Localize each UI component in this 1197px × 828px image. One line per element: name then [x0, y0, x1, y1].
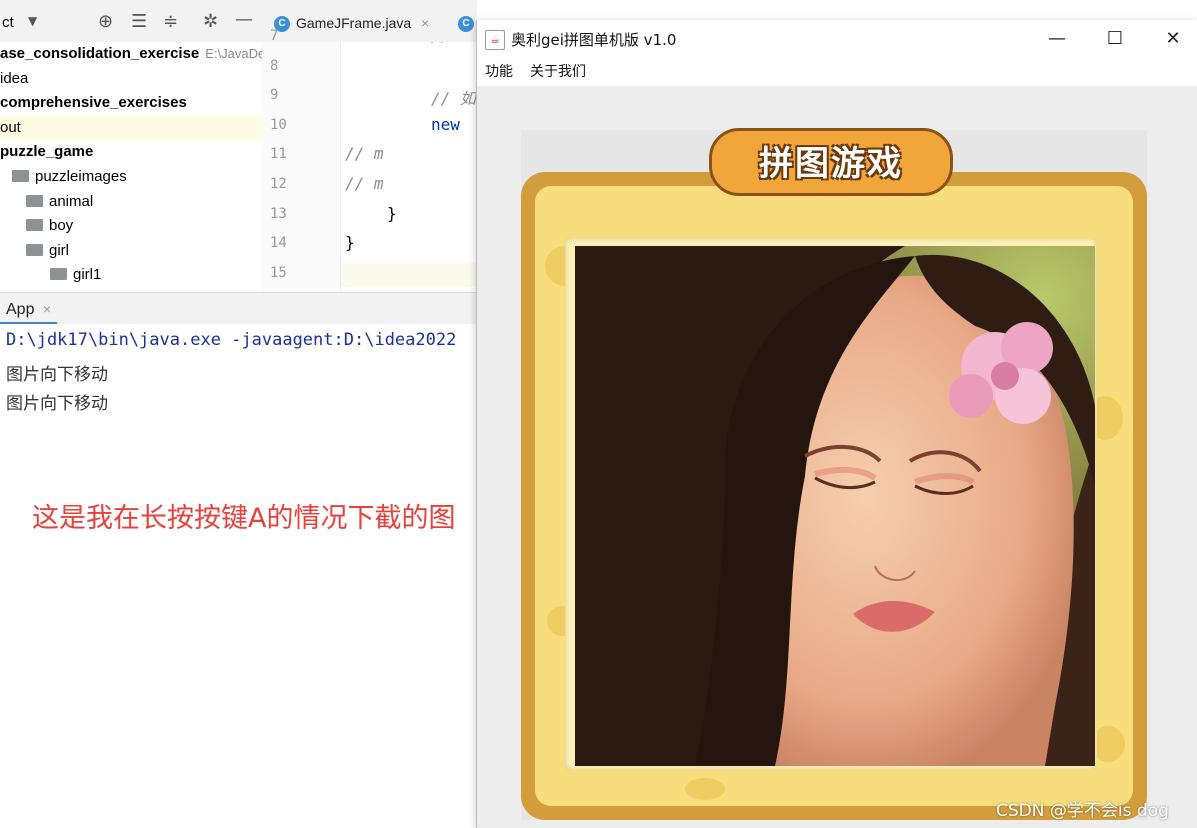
code-text: } [345, 233, 355, 253]
line-number: 13 [270, 205, 287, 222]
line-number: 10 [270, 116, 287, 133]
menu-about-us[interactable]: 关于我们 [530, 61, 586, 81]
code-editor[interactable]: // // 如 new // m // m}} [341, 42, 477, 292]
code-line: } [387, 204, 397, 223]
class-icon: C [458, 16, 474, 33]
tree-item[interactable]: puzzle_game [0, 140, 262, 164]
close-icon[interactable]: × [43, 301, 51, 317]
run-tab-label: App [6, 301, 35, 318]
title-sign-text: 拼图游戏 [759, 144, 903, 184]
tree-item-label: girl [49, 241, 70, 259]
java-icon: ☕ [485, 30, 505, 50]
console-output-line: 图片向下移动 [6, 394, 108, 414]
tree-item-path: E:\JavaDe [205, 46, 262, 61]
tree-item[interactable]: ase_consolidation_exercise E:\JavaDe [0, 42, 262, 66]
console-command: D:\jdk17\bin\java.exe -javaagent:D:\idea… [6, 330, 457, 350]
tree-item-label: idea [0, 69, 29, 87]
run-panel-header [0, 292, 477, 325]
minimize-button[interactable]: — [1028, 20, 1086, 58]
tree-item[interactable]: idea [0, 67, 262, 91]
tree-item[interactable]: girl1 [0, 263, 262, 287]
code-text: // [431, 42, 450, 45]
game-area: 拼图游戏 [477, 86, 1197, 828]
folder-icon [12, 170, 29, 183]
code-line: // m [345, 174, 384, 193]
line-number: 11 [270, 146, 287, 163]
portrait-image [575, 246, 1095, 766]
window-title-bar[interactable]: ☕ 奥利gei拼图单机版 v1.0 — ☐ ✕ [477, 20, 1197, 58]
project-label[interactable]: ct [2, 14, 14, 31]
tree-item-label: out [0, 118, 21, 136]
puzzle-image[interactable] [575, 246, 1095, 766]
tree-item[interactable]: boy [0, 214, 262, 238]
line-number: 12 [270, 176, 287, 192]
code-text: // m [345, 174, 384, 193]
tab-app[interactable]: C [458, 8, 477, 38]
folder-icon [50, 268, 67, 281]
tree-item[interactable]: puzzleimages [0, 165, 262, 189]
code-text: } [387, 203, 397, 223]
expand-all-icon[interactable]: ☰ [131, 11, 147, 32]
folder-icon [26, 219, 43, 232]
chevron-down-icon[interactable]: ▼ [28, 14, 37, 28]
window-title: 奥利gei拼图单机版 v1.0 [511, 31, 677, 49]
tree-item-label: puzzle_game [0, 143, 94, 161]
console-output-line: 图片向下移动 [6, 365, 108, 385]
close-icon[interactable]: × [421, 15, 429, 31]
line-number: 8 [270, 57, 279, 74]
code-text: new [431, 114, 460, 134]
gear-icon[interactable]: ✲ [203, 11, 218, 32]
tree-item-label: boy [49, 217, 74, 235]
tab-run-app[interactable]: App × [0, 296, 58, 325]
close-button[interactable]: ✕ [1144, 20, 1197, 58]
tree-item-label: ase_consolidation_exercise [0, 45, 200, 62]
code-text: // 如 [431, 89, 476, 109]
editor-gutter: 7 8 9 10 11 12 13 14 15 [262, 28, 341, 292]
tree-item-label: comprehensive_exercises [0, 94, 187, 112]
tree-item-label: animal [49, 192, 94, 210]
project-tree: ase_consolidation_exercise E:\JavaDe idea c… [0, 42, 262, 292]
hide-icon[interactable]: — [235, 9, 253, 30]
code-text: // m [345, 144, 384, 164]
watermark: CSDN @学不会is dog [996, 801, 1169, 821]
game-window: ☕ 奥利gei拼图单机版 v1.0 — ☐ ✕ 功能 关于我们 拼图游戏 [476, 20, 1197, 828]
tree-item[interactable]: animal [0, 190, 262, 214]
tree-item[interactable]: girl [0, 239, 262, 263]
collapse-all-icon[interactable]: ≑ [163, 11, 178, 32]
run-console[interactable]: D:\jdk17\bin\java.exe -javaagent:D:\idea… [0, 324, 477, 828]
project-toolbar: ct ▼ ⊕ ☰ ≑ ✲ — [0, 0, 262, 47]
tree-item-label: puzzleimages [35, 168, 127, 185]
code-line: // [431, 42, 450, 45]
line-number: 9 [270, 87, 279, 104]
tree-item-label: girl1 [73, 266, 102, 284]
tab-label: GameJFrame.java [296, 15, 412, 31]
code-line: // 如 [431, 85, 476, 109]
menu-bar: 功能 关于我们 [477, 58, 1197, 87]
folder-icon [26, 243, 43, 256]
code-line: // m [345, 144, 384, 163]
code-line: new [431, 115, 460, 134]
annotation-text: 这是我在长按按键A的情况下截的图 [32, 503, 456, 534]
tree-item[interactable]: out [0, 115, 262, 140]
maximize-button[interactable]: ☐ [1086, 20, 1144, 58]
menu-function[interactable]: 功能 [485, 61, 513, 81]
tree-item[interactable]: comprehensive_exercises [0, 91, 262, 115]
code-line: } [345, 233, 355, 252]
folder-icon [26, 194, 43, 207]
code-line [341, 262, 477, 287]
locate-icon[interactable]: ⊕ [98, 11, 113, 32]
line-number: 15 [270, 264, 287, 281]
line-number: 14 [270, 235, 287, 252]
line-number: 7 [270, 28, 279, 44]
